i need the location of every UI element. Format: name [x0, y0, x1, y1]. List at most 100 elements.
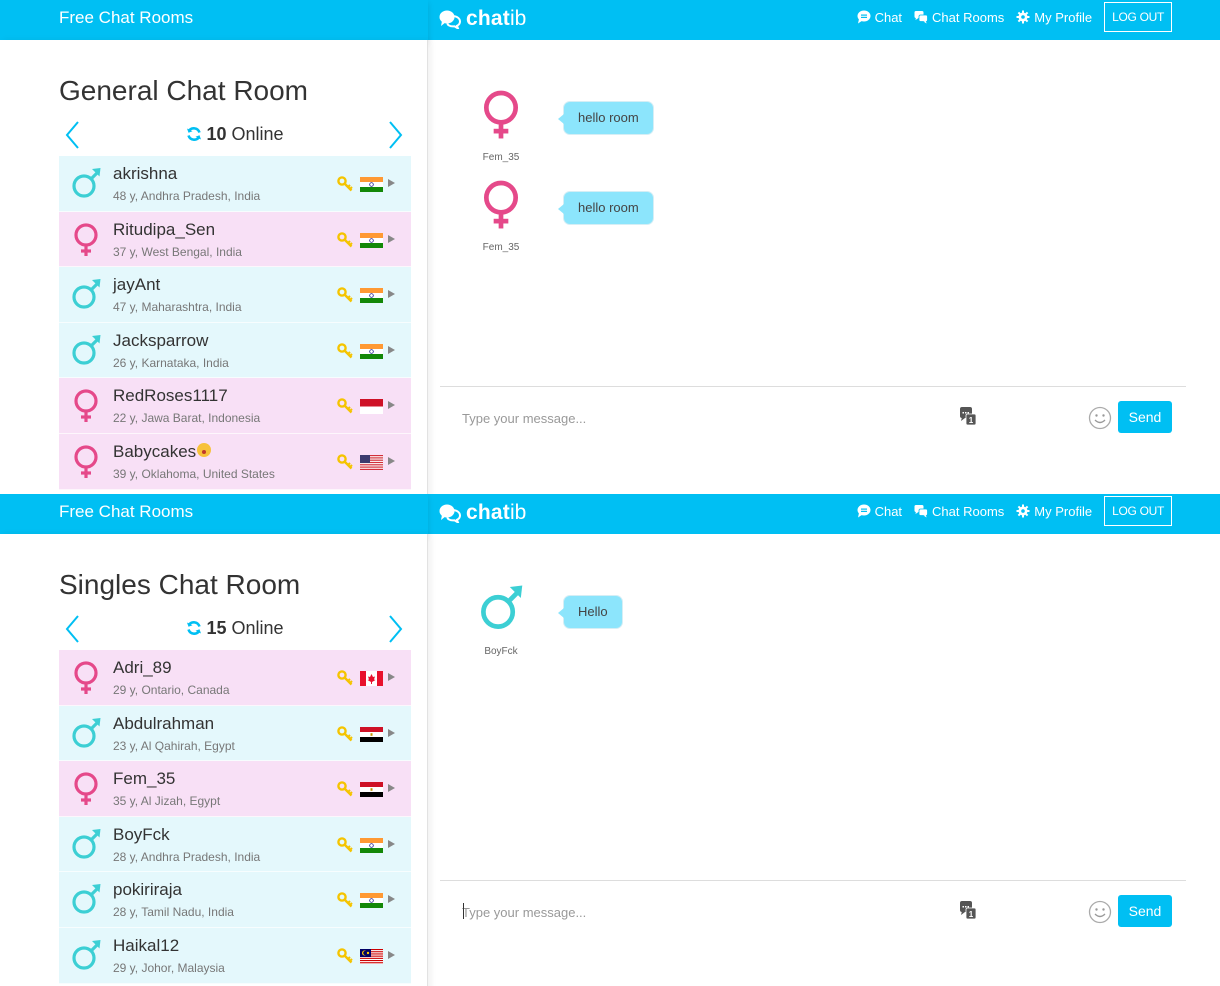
expand-arrow-icon[interactable]	[388, 784, 395, 793]
message-input[interactable]	[462, 403, 942, 433]
sender-avatar[interactable]	[476, 180, 526, 238]
expand-arrow-icon[interactable]	[388, 456, 395, 465]
expand-arrow-icon[interactable]	[388, 345, 395, 354]
key-icon[interactable]	[337, 231, 353, 248]
key-icon[interactable]	[337, 398, 353, 414]
main-nav: Chat Chat Rooms My Profile LOG OUT	[857, 496, 1172, 526]
key-icon[interactable]	[337, 836, 353, 853]
user-list-item[interactable]: Jacksparrow 26 y, Karnataka, India	[59, 322, 411, 379]
expand-arrow-icon[interactable]	[388, 839, 395, 848]
usa-flag-icon	[360, 454, 383, 470]
text-cursor	[463, 903, 464, 919]
user-name: Ritudipa_Sen	[113, 220, 215, 240]
next-room-arrow-icon[interactable]	[385, 614, 405, 644]
user-list-item[interactable]: Fem_35 35 y, Al Jizah, Egypt	[59, 761, 411, 817]
chat-screen-1: Free Chat Rooms chatib Chat Chat Rooms	[0, 0, 1220, 494]
user-name-text: RedRoses1117	[113, 386, 228, 406]
nav-chat-rooms[interactable]: Chat Rooms	[914, 10, 1004, 25]
online-count-number: 10	[206, 124, 227, 144]
user-name: Haikal12	[113, 936, 179, 956]
chat-bubble-icon	[857, 10, 871, 24]
svg-text:1: 1	[969, 416, 974, 425]
room-navigator: 15 Online	[59, 612, 411, 648]
room-title: General Chat Room	[59, 75, 309, 106]
user-info: 47 y, Maharashtra, India	[113, 300, 242, 315]
sender-name[interactable]: Fem_35	[476, 242, 526, 253]
logout-button[interactable]: LOG OUT	[1104, 2, 1172, 32]
online-user-list: Adri_89 29 y, Ontario, Canada Abdulrahman 2…	[59, 650, 411, 984]
user-list-item[interactable]: jayAnt 47 y, Maharashtra, India	[59, 267, 411, 323]
brand-logo[interactable]: chat ib	[439, 498, 526, 528]
expand-arrow-icon[interactable]	[388, 728, 395, 737]
brand-logo[interactable]: chat ib	[439, 4, 526, 34]
key-icon[interactable]	[337, 892, 353, 908]
user-name: akrishna	[113, 164, 177, 184]
user-list-item[interactable]: Ritudipa_Sen 37 y, West Bengal, India	[59, 211, 411, 268]
key-icon[interactable]	[337, 287, 353, 303]
sender-name[interactable]: Fem_35	[476, 152, 526, 163]
sms-counter-icon[interactable]: 1	[960, 407, 976, 425]
nav-my-profile[interactable]: My Profile	[1016, 10, 1092, 25]
expand-arrow-icon[interactable]	[388, 401, 395, 410]
message-input[interactable]	[462, 897, 942, 927]
room-sidebar: Singles Chat Room 15 Online Adri_89 29 y,…	[0, 534, 428, 986]
message-composer: 1 Send	[440, 880, 1186, 960]
expand-arrow-icon[interactable]	[388, 179, 395, 187]
emoji-picker-icon[interactable]	[1088, 900, 1112, 924]
sender-avatar[interactable]	[476, 584, 526, 642]
user-list-item[interactable]: RedRoses1117 22 y, Jawa Barat, Indonesia	[59, 378, 411, 434]
expand-arrow-icon[interactable]	[388, 290, 395, 299]
user-list-item[interactable]: Adri_89 29 y, Ontario, Canada	[59, 650, 411, 706]
next-room-arrow-icon[interactable]	[385, 120, 405, 150]
key-icon[interactable]	[337, 342, 353, 359]
key-icon[interactable]	[337, 176, 353, 192]
brand-name-light: ib	[509, 501, 527, 524]
user-name-text: Babycakes	[113, 441, 197, 461]
emoji-picker-icon[interactable]	[1088, 406, 1112, 430]
sms-counter-icon[interactable]: 1	[960, 901, 976, 919]
nav-chat[interactable]: Chat	[857, 504, 902, 519]
user-list-item[interactable]: Abdulrahman 23 y, Al Qahirah, Egypt	[59, 705, 411, 762]
expand-arrow-icon[interactable]	[388, 673, 395, 681]
chat-rooms-icon	[914, 11, 928, 24]
expand-arrow-icon[interactable]	[388, 234, 395, 243]
key-icon[interactable]	[337, 670, 353, 686]
sidebar-header-title[interactable]: Free Chat Rooms	[59, 494, 193, 534]
user-list-item[interactable]: Haikal12 29 y, Johor, Malaysia	[59, 927, 411, 984]
nav-my-profile[interactable]: My Profile	[1016, 504, 1092, 519]
chat-area: Fem_35hello roomFem_35hello room 1 Send	[440, 40, 1186, 494]
key-icon[interactable]	[337, 781, 353, 797]
sidebar-header-title[interactable]: Free Chat Rooms	[59, 0, 193, 40]
message-bubble: hello room	[558, 191, 654, 225]
brand-name-light: ib	[509, 7, 527, 30]
chat-screen-2: Free Chat Rooms chatib Chat Chat Rooms	[0, 494, 1220, 986]
logout-button[interactable]: LOG OUT	[1104, 496, 1172, 526]
user-list-item[interactable]: Babycakes 39 y, Oklahoma, United States	[59, 433, 411, 490]
gear-icon	[1016, 10, 1030, 24]
expand-arrow-icon[interactable]	[388, 895, 395, 904]
user-list-item[interactable]: akrishna 48 y, Andhra Pradesh, India	[59, 156, 411, 212]
refresh-icon[interactable]	[186, 126, 202, 142]
svg-text:1: 1	[969, 910, 974, 919]
indonesia-flag-icon	[360, 399, 383, 415]
refresh-icon[interactable]	[186, 620, 202, 636]
expand-arrow-icon[interactable]	[388, 950, 395, 959]
user-list-item[interactable]: pokiriraja 28 y, Tamil Nadu, India	[59, 872, 411, 928]
nav-chat-rooms[interactable]: Chat Rooms	[914, 504, 1004, 519]
main-nav: Chat Chat Rooms My Profile LOG OUT	[857, 2, 1172, 32]
send-button[interactable]: Send	[1118, 895, 1172, 927]
nav-chat[interactable]: Chat	[857, 10, 902, 25]
sender-name[interactable]: BoyFck	[476, 646, 526, 657]
user-name-text: pokiriraja	[113, 880, 182, 900]
user-name: jayAnt	[113, 275, 160, 295]
user-name: pokiriraja	[113, 880, 182, 900]
send-button[interactable]: Send	[1118, 401, 1172, 433]
key-icon[interactable]	[337, 948, 353, 964]
brand-name-bold: chat	[466, 7, 510, 30]
key-icon[interactable]	[337, 725, 353, 742]
egypt-flag-icon	[360, 726, 383, 742]
room-navigator: 10 Online	[59, 118, 411, 154]
user-list-item[interactable]: BoyFck 28 y, Andhra Pradesh, India	[59, 816, 411, 873]
sender-avatar[interactable]	[476, 90, 526, 148]
key-icon[interactable]	[337, 454, 353, 470]
